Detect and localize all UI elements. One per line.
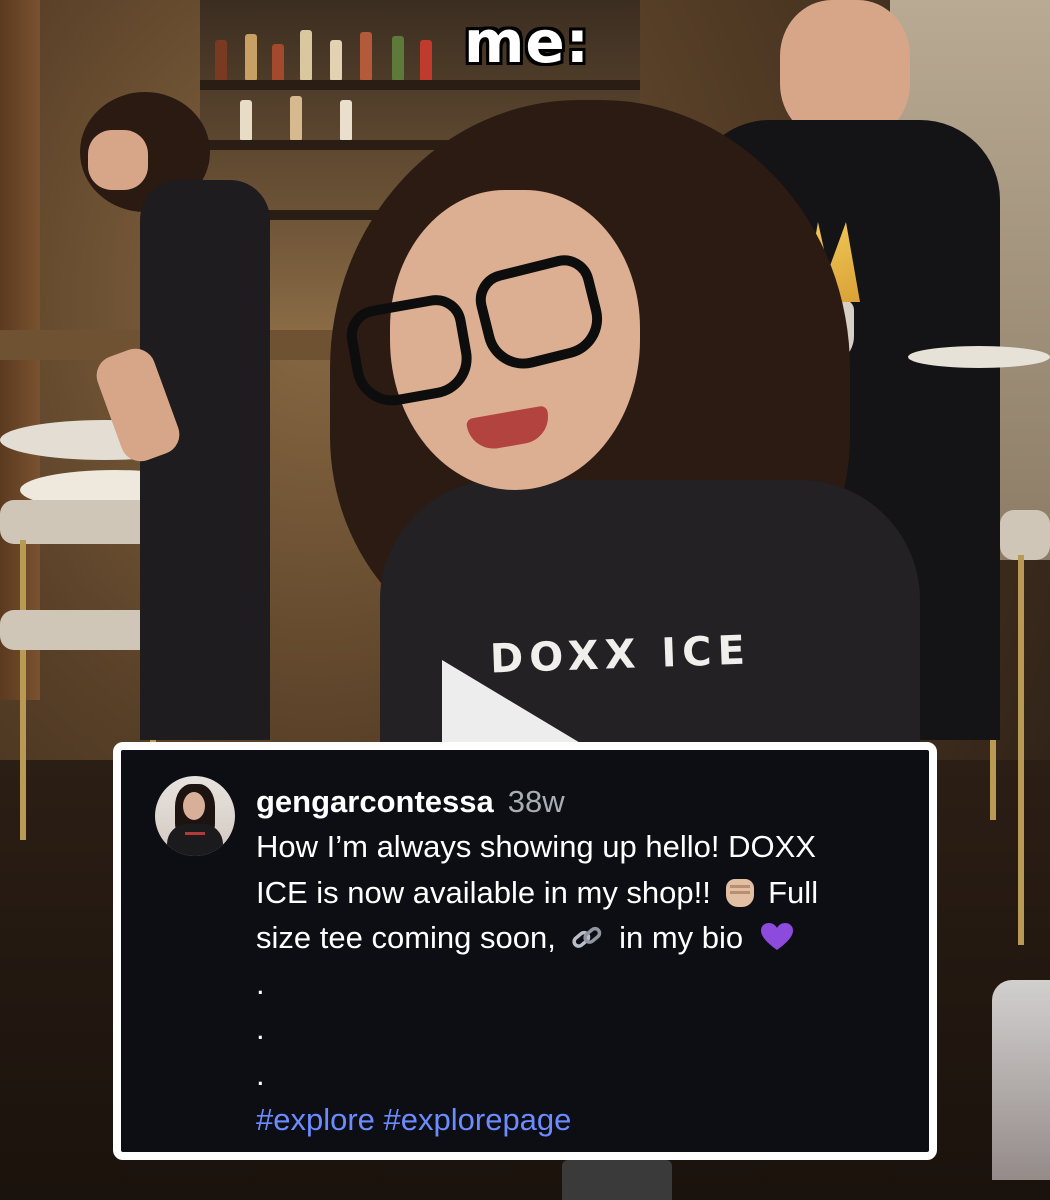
bottle: [340, 100, 352, 140]
raised-fist-emoji-icon: [725, 878, 754, 907]
caption-line: How I’m always showing up hello! DOXX: [256, 829, 816, 864]
bottle: [330, 40, 342, 80]
bottle: [240, 100, 252, 140]
bottle: [300, 30, 312, 80]
bottle: [272, 44, 284, 80]
avatar-face: [183, 792, 205, 820]
caption-text: ICE is now available in my shop!!: [256, 874, 711, 910]
candle-holder: [562, 1160, 672, 1200]
bottle: [392, 36, 404, 80]
avatar-shirt-print: [185, 832, 205, 835]
caption-line: size tee coming soon, in my bio: [256, 915, 906, 961]
avatar-body: [167, 824, 223, 856]
purple-heart-emoji-icon: [760, 923, 793, 950]
bottle: [245, 34, 257, 80]
video-overlay-text: me:: [464, 8, 590, 76]
wine-glass: [992, 980, 1050, 1180]
caption-card: gengarcontessa 38w How I’m always showing…: [113, 742, 937, 1160]
caption-text: in my bio: [619, 920, 744, 955]
caption-line: ICE is now available in my shop!! Full: [256, 870, 906, 916]
stool-seat: [0, 500, 160, 544]
bottle: [290, 96, 302, 140]
stool-leg: [1018, 555, 1024, 945]
stool-leg: [20, 540, 26, 840]
caption-body: gengarcontessa 38w How I’m always showing…: [256, 780, 906, 1143]
username-link[interactable]: gengarcontessa: [256, 784, 494, 819]
link-emoji-icon: [572, 926, 602, 948]
caption-dot: .: [256, 1011, 265, 1046]
plate: [908, 346, 1050, 368]
server-face: [88, 130, 148, 190]
caption-text: Full: [768, 874, 819, 910]
caption-header: gengarcontessa 38w: [256, 780, 906, 824]
bottle: [360, 32, 372, 80]
timestamp[interactable]: 38w: [508, 784, 565, 819]
stool-seat: [0, 610, 160, 650]
caption-text: size tee coming soon,: [256, 920, 556, 955]
bottle: [215, 40, 227, 80]
stool-seat: [1000, 510, 1050, 560]
server-body: [140, 180, 270, 740]
avatar[interactable]: [155, 776, 235, 856]
bottle: [420, 40, 432, 80]
server-face: [780, 0, 910, 140]
hashtag-links[interactable]: #explore #explorepage: [256, 1097, 906, 1143]
shelf: [200, 80, 640, 90]
caption-dot: .: [256, 1056, 265, 1092]
caption-dot: .: [256, 965, 265, 1001]
